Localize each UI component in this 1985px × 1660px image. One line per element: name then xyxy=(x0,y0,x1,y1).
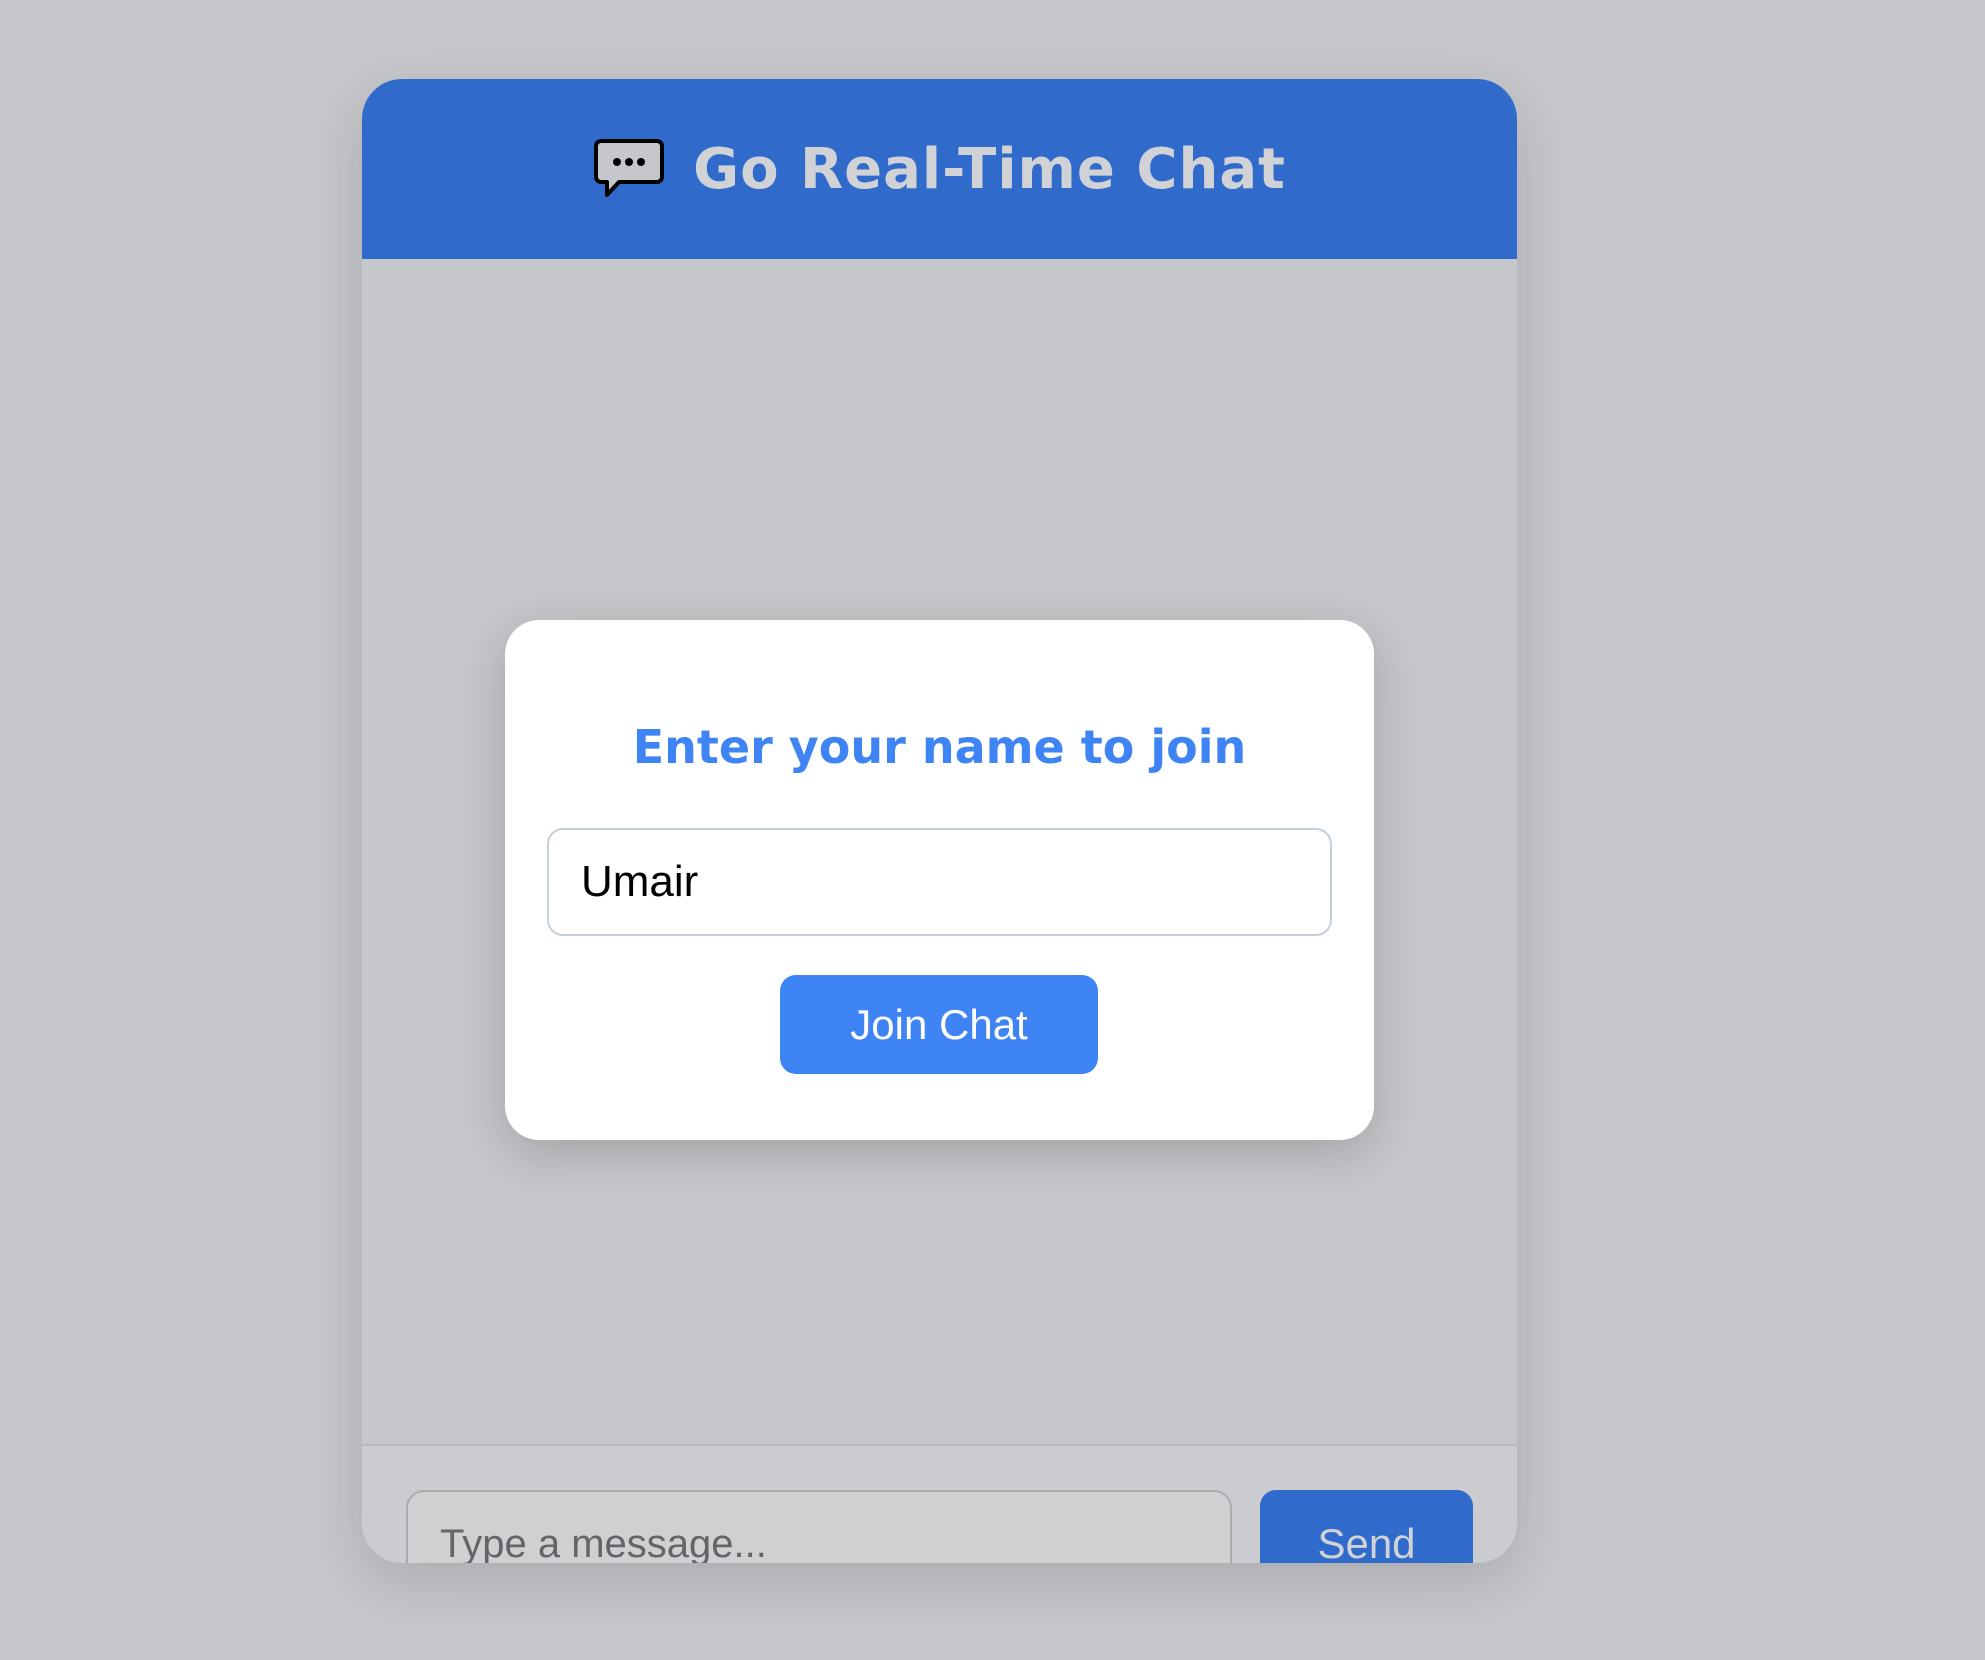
join-chat-button[interactable]: Join Chat xyxy=(780,975,1098,1074)
chat-title: Go Real-Time Chat xyxy=(693,136,1286,202)
message-input[interactable] xyxy=(406,1490,1232,1563)
name-input[interactable] xyxy=(547,828,1332,936)
send-button[interactable]: Send xyxy=(1260,1490,1473,1563)
chat-header: Go Real-Time Chat xyxy=(362,79,1517,259)
speech-bubble-icon xyxy=(593,137,665,201)
join-modal-title: Enter your name to join xyxy=(632,720,1247,774)
join-modal: Enter your name to join Join Chat xyxy=(505,620,1374,1140)
message-input-bar: Send xyxy=(362,1444,1517,1563)
